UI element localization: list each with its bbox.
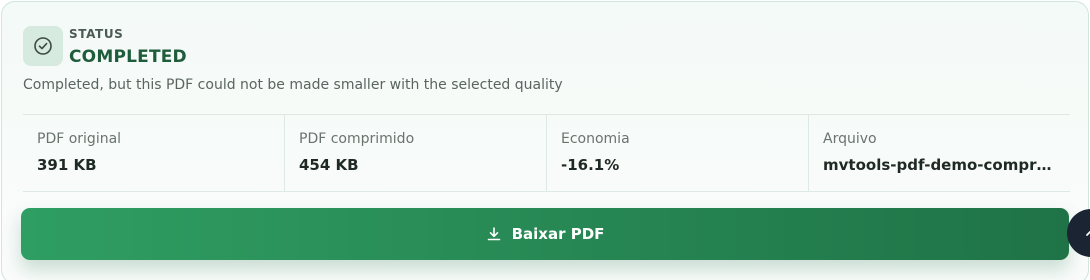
check-circle-icon	[34, 37, 52, 55]
status-kicker: STATUS	[69, 27, 124, 41]
download-icon	[487, 227, 500, 241]
stat-label: PDF original	[37, 131, 122, 147]
stat-original-size: PDF original 391 KB	[23, 115, 285, 191]
stat-filename: Arquivo mvtools-pdf-demo-compr…	[809, 115, 1070, 191]
download-pdf-button[interactable]: Baixar PDF	[21, 208, 1069, 260]
stat-value: 454 KB	[299, 156, 359, 174]
stat-compressed-size: PDF comprimido 454 KB	[285, 115, 547, 191]
stat-savings: Economia -16.1%	[547, 115, 809, 191]
stats-row: PDF original 391 KB PDF comprimido 454 K…	[23, 114, 1070, 192]
stat-label: Economia	[561, 131, 630, 147]
stat-label: Arquivo	[823, 131, 877, 147]
status-title: COMPLETED	[69, 47, 187, 67]
stat-label: PDF comprimido	[299, 131, 415, 147]
status-icon-box	[23, 26, 63, 66]
status-message: Completed, but this PDF could not be mad…	[23, 77, 563, 93]
stat-value: 391 KB	[37, 156, 97, 174]
download-label: Baixar PDF	[511, 225, 605, 243]
stat-value: mvtools-pdf-demo-compr…	[823, 156, 1052, 174]
chevron-up-icon	[1086, 230, 1090, 236]
stat-value: -16.1%	[561, 156, 620, 174]
